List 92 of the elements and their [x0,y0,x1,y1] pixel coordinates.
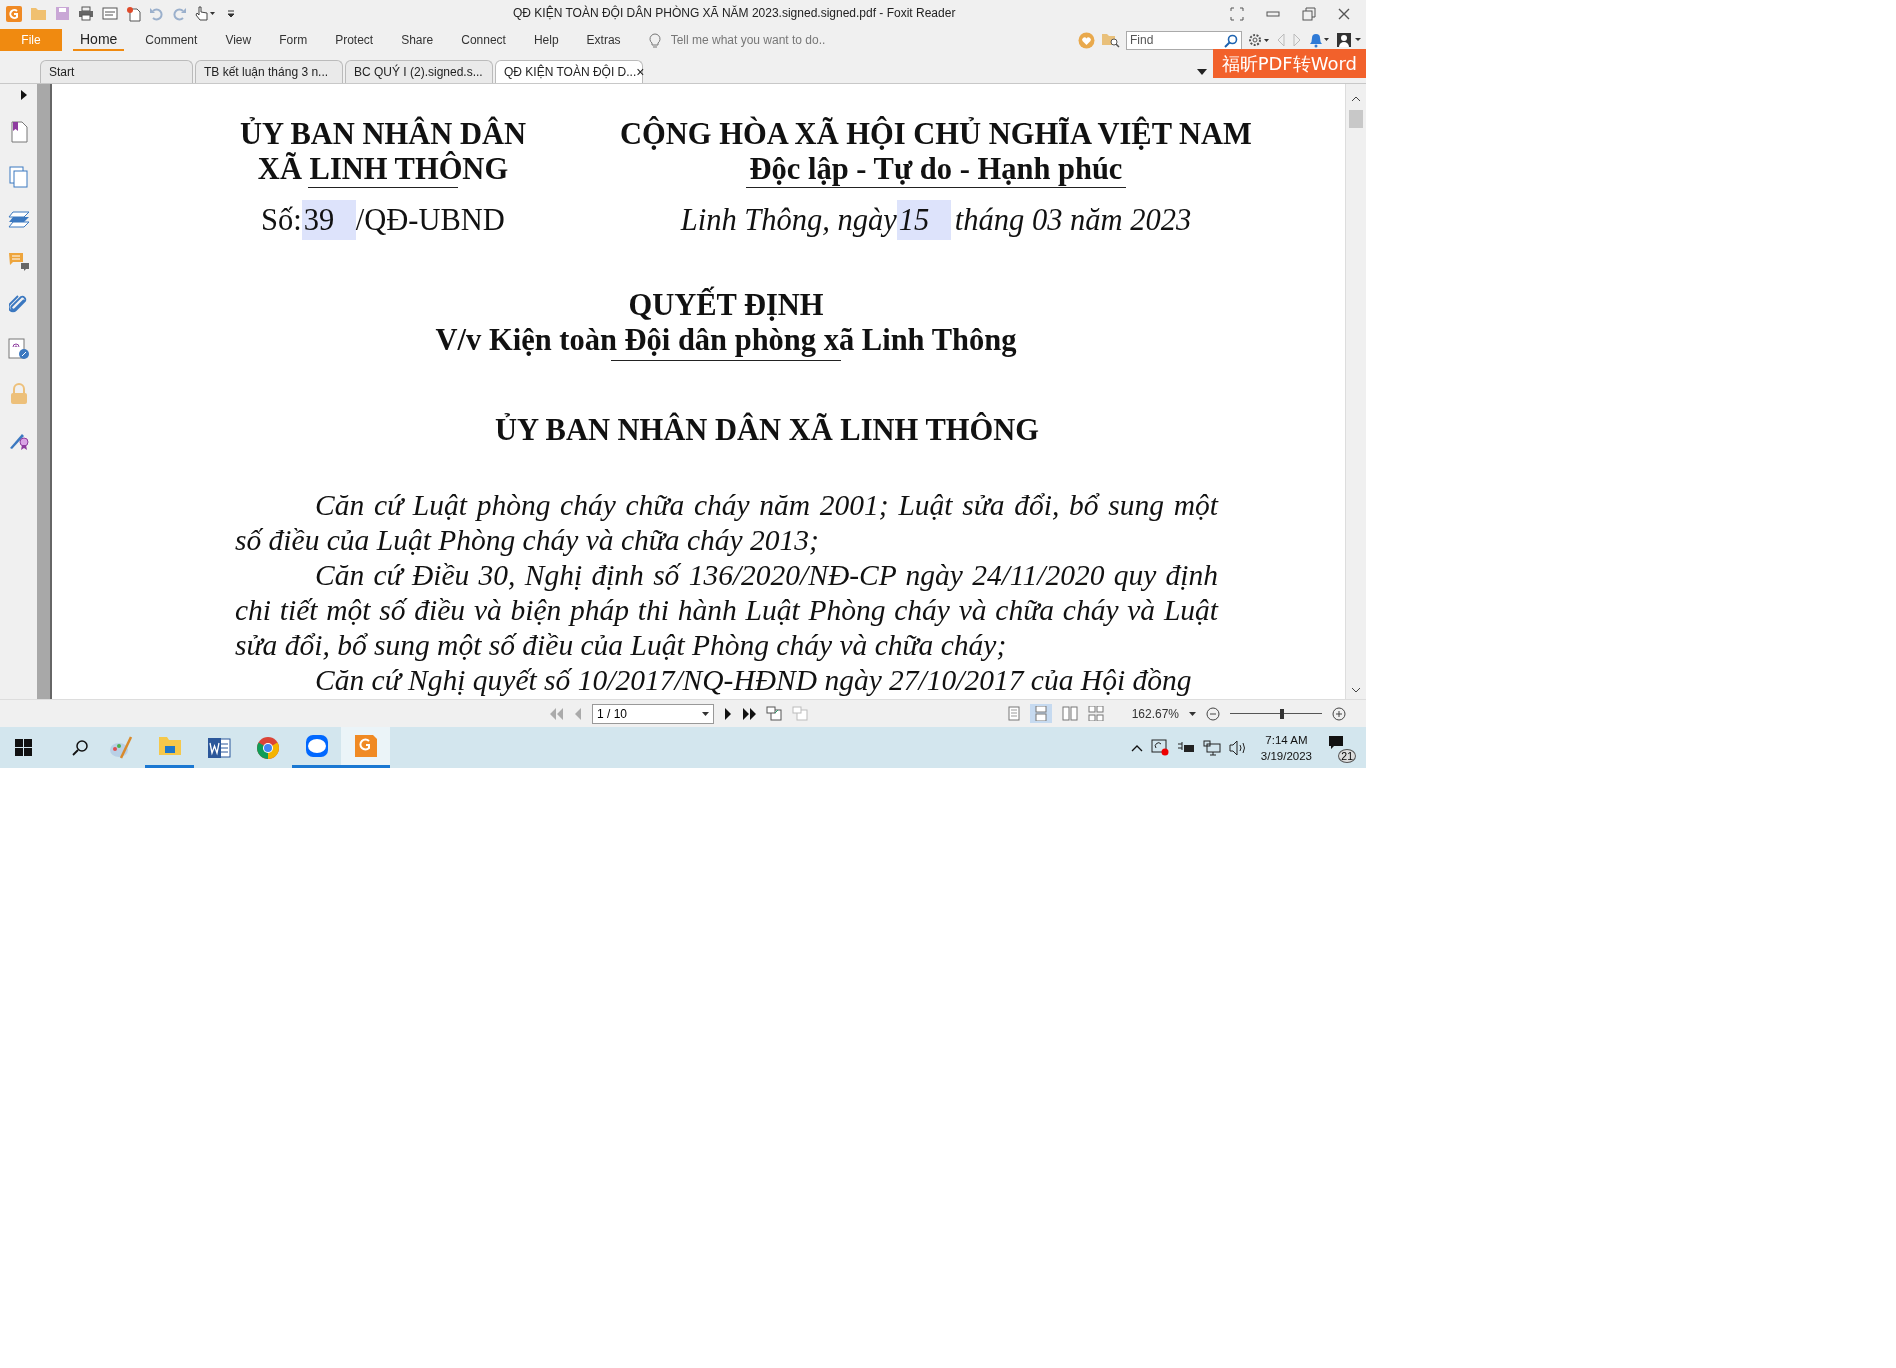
expand-panel-icon[interactable] [20,90,27,100]
previous-view-icon[interactable] [766,706,782,721]
zoom-value[interactable]: 162.67% [1131,706,1179,721]
browser-icon [255,735,280,760]
taskbar-app[interactable] [341,727,390,768]
continuous-facing-icon[interactable] [1087,706,1104,721]
volume-icon[interactable] [1228,739,1247,756]
new-document-icon[interactable] [126,5,141,22]
search-icon[interactable] [72,739,88,756]
chevron-up-icon[interactable] [1130,743,1143,752]
battery-icon[interactable] [1176,740,1195,755]
close-tab-button[interactable]: × [636,64,645,80]
scroll-up-icon[interactable] [1351,96,1361,102]
ribbon-tab[interactable]: Home [73,29,125,51]
customize-icon[interactable] [227,8,235,19]
scroll-down-icon[interactable] [1351,687,1361,693]
ribbon-tab[interactable]: Share [394,29,441,51]
ribbon-tab[interactable]: Form [272,29,315,51]
notification-count: 21 [1338,748,1356,763]
window-title: QĐ KIỆN TOÀN ĐỘI DÂN PHÒNG XÃ NĂM 2023.signed.signed.pdf - Foxit Reader [513,6,956,20]
day-form-field[interactable]: 15 [896,200,951,240]
continuous-page-icon [1034,706,1047,721]
pdf-app-icon [353,734,378,758]
tab-label[interactable]: Start [49,65,184,79]
zoom-in-icon[interactable] [1332,706,1346,721]
tell-me-field[interactable]: Tell me what you want to do.. [668,32,873,48]
pages-icon[interactable] [8,166,29,188]
app-logo-icon[interactable] [6,5,22,22]
comments-icon[interactable] [7,252,30,272]
tab-label[interactable]: BC QUÝ I (2).signed.s... [354,65,484,79]
body-paragraph: Căn cứ Luật phòng cháy chữa cháy năm 2001; Luật sửa đổi, bổ sung một số điều của Luật Phòng cháy và chữa cháy 2013; [235,488,1218,558]
dropdown-caret-icon[interactable] [1189,711,1196,716]
word-document-icon [206,735,231,760]
network-icon[interactable] [1202,739,1221,756]
document-tab[interactable]: QĐ KIỆN TOÀN ĐỘI D...× [495,60,643,83]
ribbon-tab[interactable]: View [218,29,259,51]
paperclip-icon[interactable] [8,295,29,315]
lightbulb-icon [648,32,661,48]
folder-search-icon[interactable] [1101,32,1120,48]
panel-splitter[interactable] [37,84,52,699]
ribbon-tab[interactable]: Connect [454,29,513,51]
document-tab[interactable]: TB kết luận tháng 3 n... [195,60,343,83]
scrollbar-thumb[interactable] [1349,110,1363,128]
minimize-icon[interactable] [1266,10,1280,17]
date-suffix: tháng 03 năm 2023 [954,203,1192,237]
document-tab[interactable]: Start [40,60,193,83]
ribbon-tab[interactable]: Extras [579,29,628,51]
heading-line: ỦY BAN NHÂN DÂN [239,117,527,151]
caret-icon[interactable] [1196,69,1207,75]
number-label: Số: [261,203,302,237]
number-form-field[interactable]: 39 [301,200,356,240]
dropdown-caret-icon[interactable] [702,711,709,716]
number-suffix: /QĐ-UBND [355,203,505,237]
decision-title: QUYẾT ĐỊNH [627,288,825,323]
windows-start-icon[interactable] [15,739,32,756]
user-icon[interactable] [1336,32,1362,48]
signature-document-icon[interactable] [7,338,30,360]
ribbon-tab[interactable]: Help [526,29,566,51]
restore-icon[interactable] [1302,6,1316,21]
date-label: Linh Thông, ngày [680,203,897,237]
ribbon-tab[interactable]: Protect [328,29,381,51]
tab-label[interactable]: QĐ KIỆN TOÀN ĐỘI D... [504,65,637,79]
continuous-page-button[interactable] [1029,704,1052,723]
print-icon[interactable] [78,6,94,21]
tab-label[interactable]: TB kết luận tháng 3 n... [204,65,334,79]
folder-icon [157,736,182,756]
authority-heading: ỦY BAN NHÂN DÂN XÃ LINH THÔNG [495,413,1040,448]
zoom-slider-thumb[interactable] [1280,708,1285,719]
next-page-icon[interactable] [724,707,732,720]
notification-center-button[interactable]: 21 [1328,734,1354,761]
bookmark-icon[interactable] [8,121,29,143]
body-paragraph: Căn cứ Nghị quyết số 10/2017/NQ-HĐND ngày 27/10/2017 của Hội đồng [314,663,1193,698]
body-paragraph: Căn cứ Điều 30, Nghị định số 136/2020/NĐ-CP ngày 24/11/2020 quy định chi tiết một số điều và biện pháp thi hành Luật Phòng cháy và chữa cháy và Luật sửa đổi, bổ sung một số điều của Luật Phòng cháy và chữa cháy; [235,558,1218,663]
clock[interactable]: 7:14 AM 3/19/2023 [1260,731,1312,764]
bell-icon[interactable] [1308,32,1330,48]
ribbon-tab[interactable]: Comment [138,29,205,51]
layers-icon[interactable] [7,211,30,229]
document-tab[interactable]: BC QUÝ I (2).signed.s... [345,60,493,83]
heading-line: XÃ LINH THÔNG [257,152,509,187]
find-field[interactable]: Find [1126,30,1242,50]
close-icon[interactable] [1338,7,1350,20]
paint-palette-icon [108,735,133,760]
page-number-field[interactable]: 1 / 10 [592,703,714,724]
heading-line: CỘNG HÒA XÃ HỘI CHỦ NGHĨA VIỆT NAM [620,117,1252,152]
facing-pages-icon[interactable] [1061,706,1078,721]
chat-bubble-icon [304,734,329,758]
settings-icon[interactable] [1248,33,1270,47]
zoom-out-icon[interactable] [1206,706,1220,721]
message-icon [1328,734,1344,751]
last-page-icon[interactable] [742,707,756,720]
decision-subject: V/v Kiện toàn Đội dân phòng xã Linh Thông [434,323,1018,358]
motto-line: Độc lập - Tự do - Hạnh phúc [745,152,1127,188]
